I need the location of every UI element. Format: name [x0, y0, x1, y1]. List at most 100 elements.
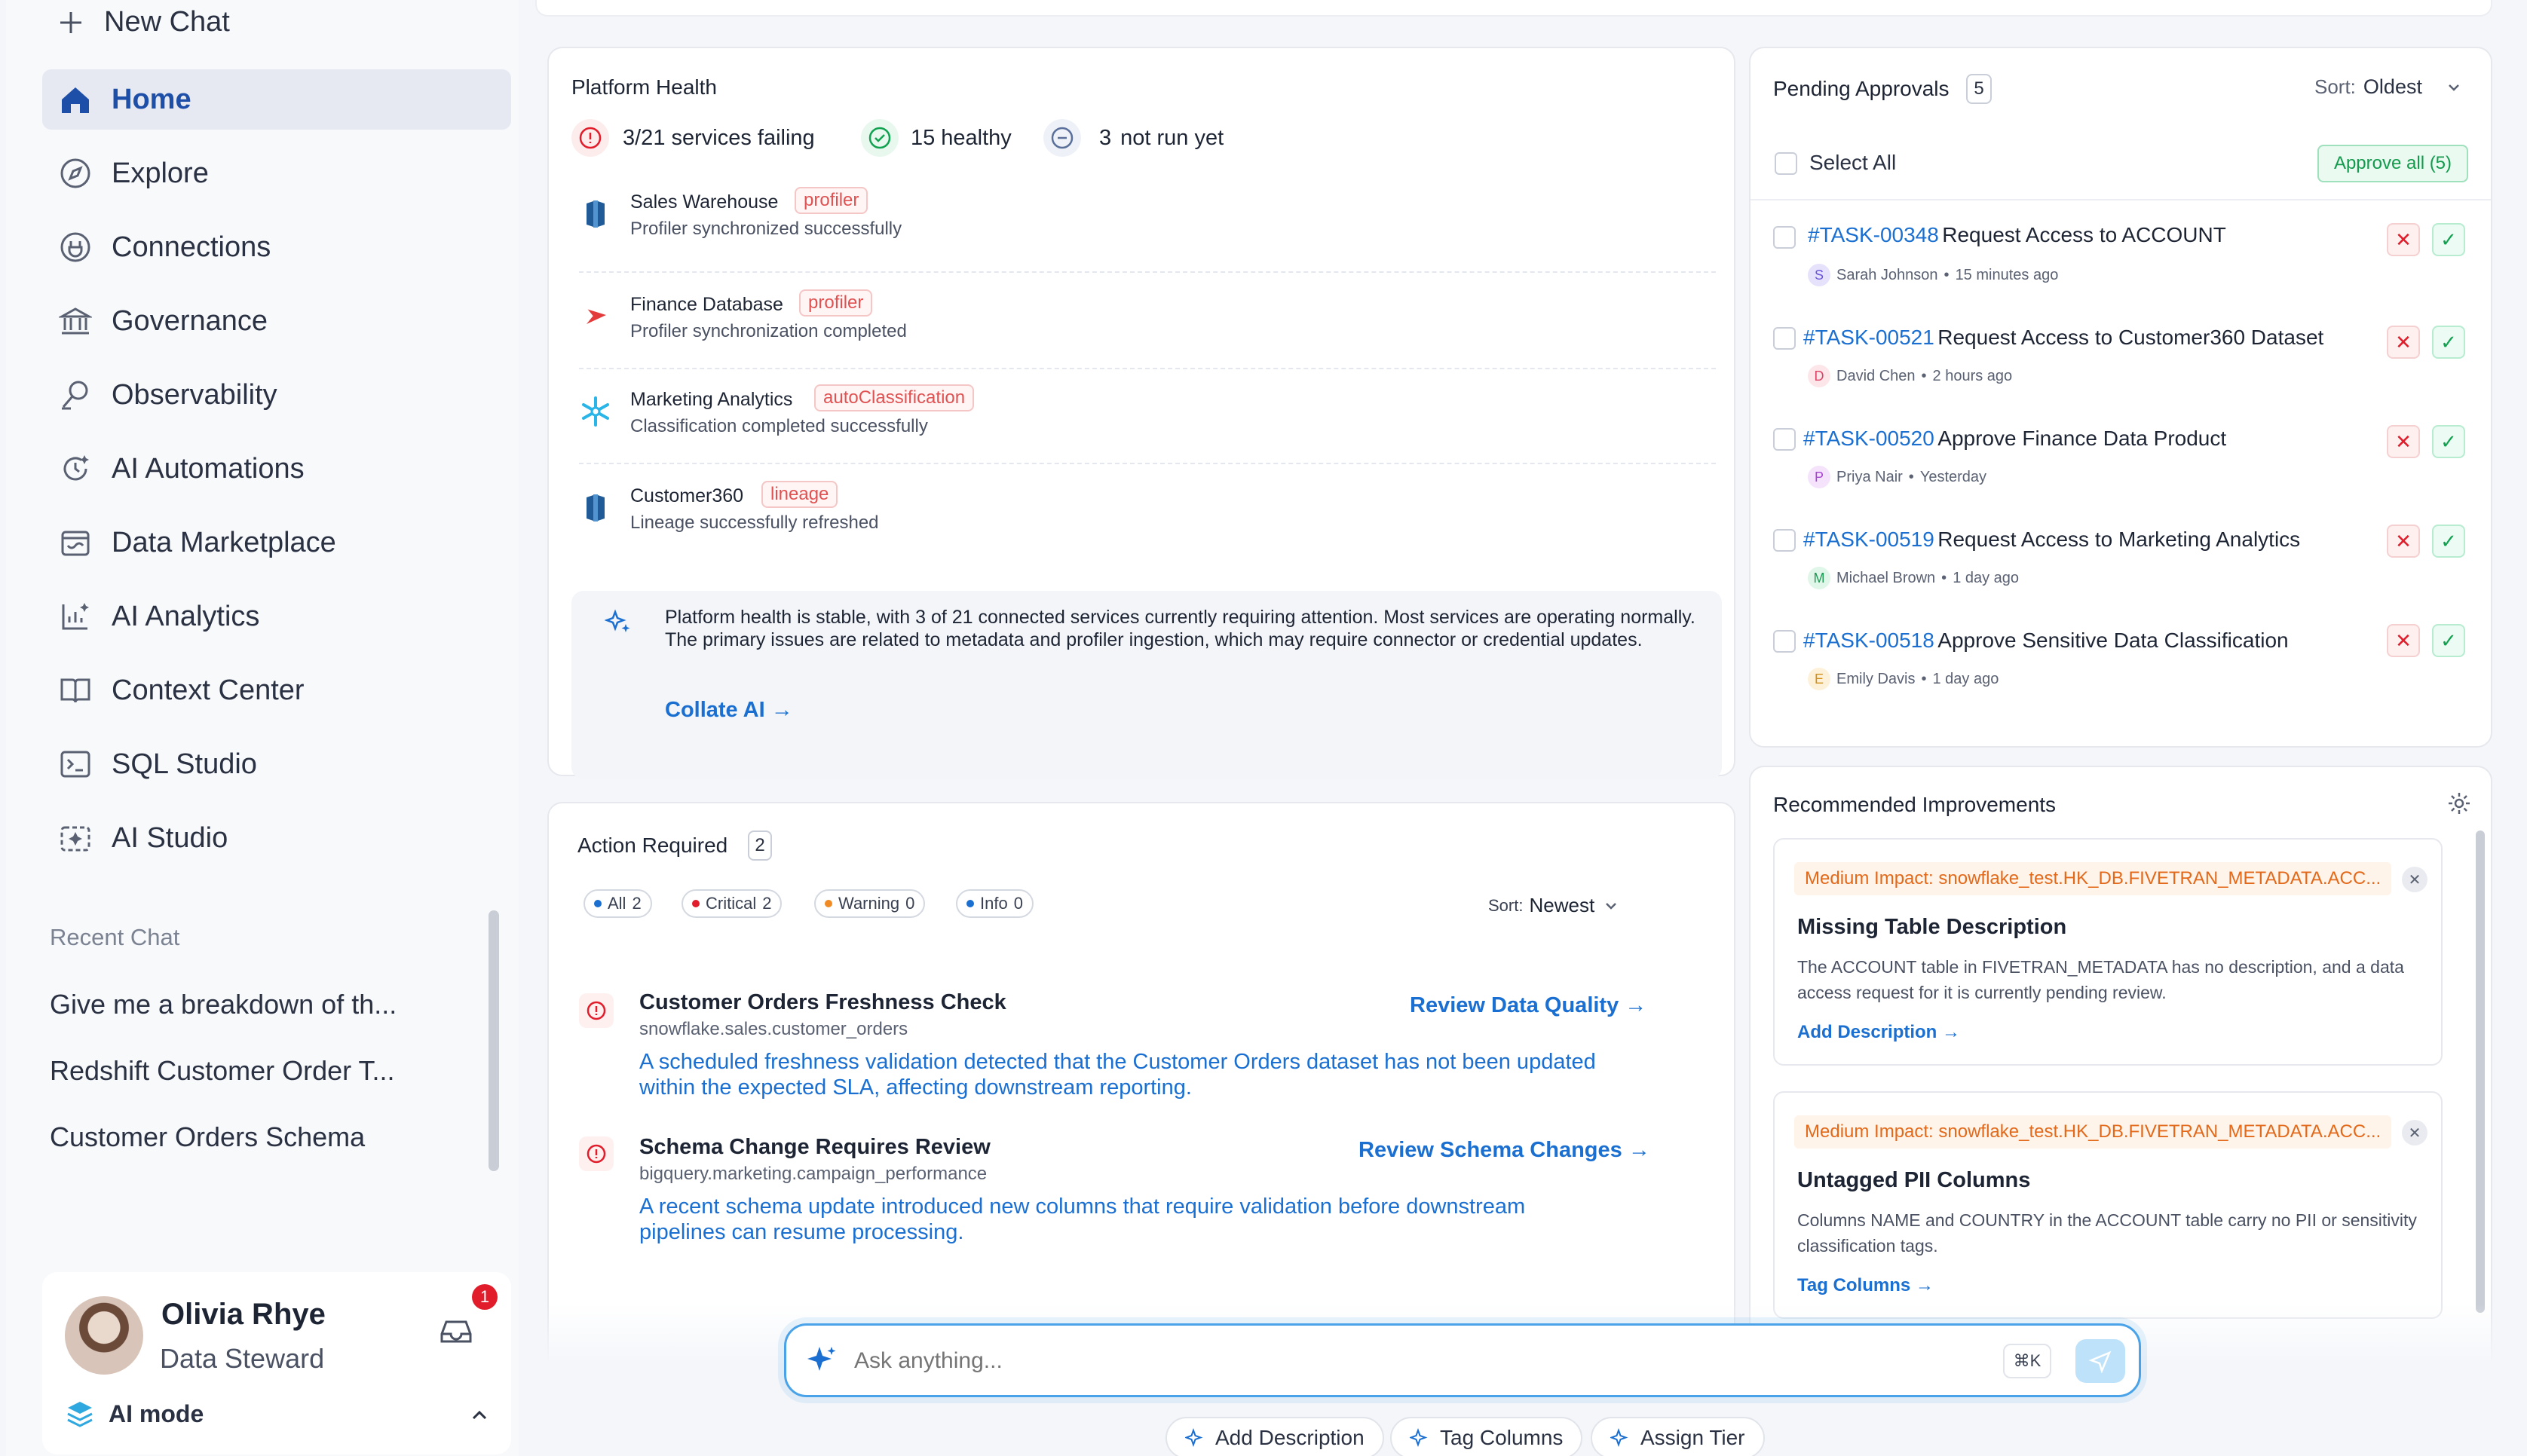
task-id-link[interactable]: #TASK-00519 — [1803, 528, 1934, 551]
quick-action-tag-columns[interactable]: Tag Columns — [1390, 1417, 1583, 1456]
approval-item[interactable]: #TASK-00521 Request Access to Customer36… — [1803, 326, 2323, 350]
approval-item[interactable]: #TASK-00348 Request Access to ACCOUNT — [1808, 223, 2226, 247]
review-data-quality-link[interactable]: Review Data Quality → — [1410, 993, 1646, 1018]
task-user: Emily Davis — [1836, 670, 1916, 687]
recent-chat-item[interactable]: Customer Orders Schema — [50, 1121, 365, 1153]
ai-mode-label: AI mode — [109, 1399, 204, 1427]
terminal-icon — [57, 746, 93, 782]
quick-action-label: Assign Tier — [1640, 1426, 1745, 1449]
task-id-link[interactable]: #TASK-00521 — [1803, 326, 1934, 349]
approvals-sort-dropdown[interactable]: Sort: Oldest — [2314, 75, 2464, 99]
approval-item[interactable]: #TASK-00518 Approve Sensitive Data Class… — [1803, 629, 2289, 653]
sparkle-icon — [807, 1347, 836, 1371]
service-tag: autoClassification — [814, 384, 975, 411]
select-all-checkbox[interactable] — [1775, 152, 1797, 175]
sidebar-item-governance[interactable]: Governance — [42, 291, 511, 351]
recent-chat-title: Recent Chat — [50, 924, 180, 950]
sidebar-item-home[interactable]: Home — [42, 69, 511, 130]
close-icon[interactable]: ✕ — [2402, 867, 2427, 892]
task-meta: E Emily Davis • 1 day ago — [1808, 668, 1999, 690]
sidebar-item-sql-studio[interactable]: SQL Studio — [42, 734, 511, 794]
recent-chat-item[interactable]: Give me a breakdown of th... — [50, 989, 397, 1020]
task-id-link[interactable]: #TASK-00518 — [1803, 629, 1934, 652]
task-checkbox[interactable] — [1773, 529, 1796, 552]
filter-count: 2 — [762, 894, 772, 913]
collate-ai-link[interactable]: Collate AI → — [665, 698, 793, 723]
action-sort-dropdown[interactable]: Sort: Newest — [1488, 894, 1622, 917]
approve-button[interactable]: ✓ — [2432, 223, 2465, 256]
recent-chat-item[interactable]: Redshift Customer Order T... — [50, 1055, 395, 1087]
action-item-source: snowflake.sales.customer_orders — [639, 1019, 908, 1039]
sidebar-scrollbar[interactable] — [489, 910, 499, 1171]
failing-stat[interactable]: 3/21 services failing — [571, 119, 815, 157]
sidebar-item-observability[interactable]: Observability — [42, 365, 511, 425]
filter-all[interactable]: All 2 — [584, 889, 652, 918]
healthy-stat[interactable]: 15 healthy — [861, 119, 1012, 157]
divider — [579, 368, 1716, 369]
sidebar-item-explore[interactable]: Explore — [42, 143, 511, 203]
approve-all-button[interactable]: Approve all (5) — [2317, 145, 2468, 182]
divider — [579, 463, 1716, 464]
chevron-up-icon[interactable] — [464, 1400, 495, 1430]
reject-button[interactable]: ✕ — [2387, 624, 2420, 657]
sidebar-item-connections[interactable]: Connections — [42, 217, 511, 277]
sort-label: Sort: — [1488, 895, 1524, 915]
quick-action-assign-tier[interactable]: Assign Tier — [1591, 1417, 1765, 1456]
task-checkbox[interactable] — [1773, 226, 1796, 249]
reject-button[interactable]: ✕ — [2387, 223, 2420, 256]
task-title: Approve Sensitive Data Classification — [1937, 629, 2289, 652]
ask-input[interactable] — [854, 1342, 1985, 1380]
recommendations-scrollbar[interactable] — [2476, 830, 2485, 1313]
send-button[interactable] — [2075, 1339, 2125, 1383]
separator-dot: • — [1908, 468, 1914, 485]
task-checkbox[interactable] — [1773, 630, 1796, 653]
sidebar-item-ai-analytics[interactable]: AI Analytics — [42, 586, 511, 647]
chevron-down-icon — [1606, 902, 1617, 910]
recommendation-desc: The ACCOUNT table in FIVETRAN_METADATA h… — [1797, 957, 2404, 1002]
approve-button[interactable]: ✓ — [2432, 326, 2465, 359]
ai-mode-toggle[interactable]: AI mode — [65, 1399, 204, 1429]
redshift-icon — [587, 494, 605, 522]
inbox-icon[interactable] — [437, 1313, 475, 1350]
tag-columns-link[interactable]: Tag Columns → — [1797, 1275, 1934, 1296]
reject-button[interactable]: ✕ — [2387, 425, 2420, 458]
task-checkbox[interactable] — [1773, 327, 1796, 350]
new-chat-button[interactable]: New Chat — [56, 6, 230, 38]
quick-action-add-description[interactable]: Add Description — [1165, 1417, 1384, 1456]
gear-icon[interactable] — [2446, 790, 2473, 817]
status-dot — [594, 900, 602, 907]
approval-item[interactable]: #TASK-00520 Approve Finance Data Product — [1803, 427, 2226, 451]
filter-info[interactable]: Info 0 — [956, 889, 1034, 918]
task-time: 1 day ago — [1953, 569, 2020, 586]
sidebar-item-ai-studio[interactable]: AI Studio — [42, 808, 511, 868]
task-checkbox[interactable] — [1773, 428, 1796, 451]
filter-warning[interactable]: Warning 0 — [814, 889, 926, 918]
approve-button[interactable]: ✓ — [2432, 425, 2465, 458]
approval-item[interactable]: #TASK-00519 Request Access to Marketing … — [1803, 528, 2300, 552]
sidebar-item-label: Observability — [112, 378, 277, 411]
task-id-link[interactable]: #TASK-00520 — [1803, 427, 1934, 450]
sidebar-item-ai-automations[interactable]: AI Automations — [42, 439, 511, 499]
task-id-link[interactable]: #TASK-00348 — [1808, 223, 1939, 246]
filter-count: 0 — [1013, 894, 1023, 913]
action-item-title: Customer Orders Freshness Check — [639, 990, 1006, 1014]
separator-dot: • — [1921, 367, 1927, 384]
sidebar-item-context-center[interactable]: Context Center — [42, 660, 511, 720]
filter-critical[interactable]: Critical 2 — [682, 889, 783, 918]
action-item-desc: A recent schema update introduced new co… — [639, 1194, 1526, 1219]
approve-button[interactable]: ✓ — [2432, 624, 2465, 657]
home-icon — [57, 81, 93, 118]
new-chat-label: New Chat — [104, 6, 230, 38]
avatar[interactable] — [65, 1296, 143, 1375]
bank-icon — [57, 303, 93, 339]
ask-bar: ⌘K — [784, 1323, 2141, 1397]
review-schema-changes-link[interactable]: Review Schema Changes → — [1358, 1138, 1650, 1163]
add-description-link[interactable]: Add Description → — [1797, 1022, 1960, 1043]
reject-button[interactable]: ✕ — [2387, 525, 2420, 558]
sidebar-item-data-marketplace[interactable]: Data Marketplace — [42, 512, 511, 573]
not-run-stat[interactable]: 3 not run yet — [1043, 119, 1224, 157]
recommendation-title: Missing Table Description — [1797, 915, 2067, 939]
reject-button[interactable]: ✕ — [2387, 326, 2420, 359]
close-icon[interactable]: ✕ — [2402, 1120, 2427, 1146]
approve-button[interactable]: ✓ — [2432, 525, 2465, 558]
